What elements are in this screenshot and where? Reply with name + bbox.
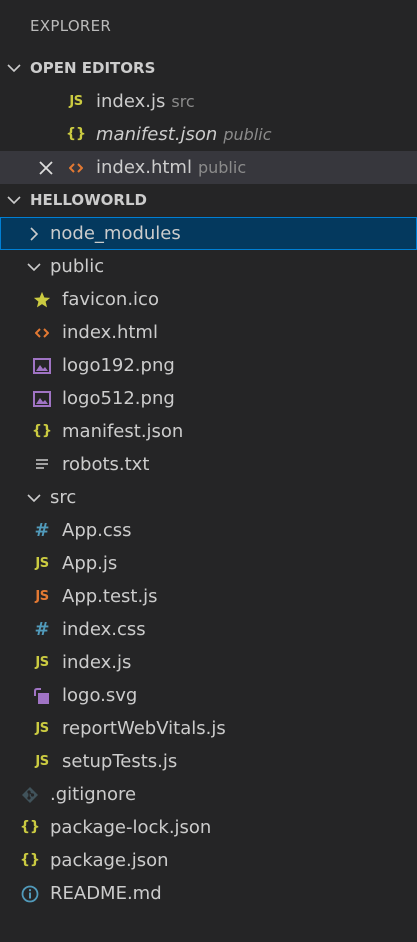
git-icon [20,778,40,811]
image-icon [32,349,52,382]
open-editor-desc: public [223,125,272,144]
file-gitignore[interactable]: .gitignore [0,778,417,811]
file-label: App.js [62,553,118,574]
file-app-css[interactable]: # App.css [0,514,417,547]
workspace-label: HELLOWORLD [30,191,147,209]
file-setup-tests-js[interactable]: JS setupTests.js [0,745,417,778]
html-icon [32,316,52,349]
svg-icon [32,679,52,712]
open-editor-manifest-json[interactable]: {} manifest.json public [0,118,417,151]
file-label: index.css [62,619,146,640]
text-file-icon [32,448,52,481]
javascript-icon: JS [69,94,83,109]
file-label: robots.txt [62,454,150,475]
open-editor-index-js[interactable]: JS index.js src [0,85,417,118]
file-readme-md[interactable]: README.md [0,877,417,910]
open-editor-desc: public [197,158,247,177]
file-label: package-lock.json [50,817,212,838]
folder-node-modules[interactable]: node_modules [0,217,417,250]
image-icon [32,382,52,415]
explorer-title: EXPLORER [30,17,112,35]
chevron-right-icon [24,217,44,250]
file-label: App.css [62,520,132,541]
css-icon: # [34,619,50,640]
folder-label: public [50,256,105,277]
close-icon[interactable] [36,151,56,184]
file-label: App.test.js [62,586,158,607]
javascript-icon: JS [35,655,49,670]
file-label: index.js [62,652,132,673]
file-label: favicon.ico [62,289,159,310]
open-editor-name: index.html [96,157,192,178]
file-logo512-png[interactable]: logo512.png [0,382,417,415]
json-icon: {} [66,126,86,142]
html-icon [66,151,86,184]
css-icon: # [34,520,50,541]
file-package-json[interactable]: {} package.json [0,844,417,877]
file-report-web-vitals-js[interactable]: JS reportWebVitals.js [0,712,417,745]
file-manifest-json[interactable]: {} manifest.json [0,415,417,448]
chevron-down-icon [6,52,22,85]
test-js-icon: JS [35,589,49,604]
open-editors-header[interactable]: OPEN EDITORS [0,52,417,85]
explorer-panel: EXPLORER OPEN EDITORS JS index.js src {} … [0,0,417,910]
file-label: reportWebVitals.js [62,718,226,739]
file-label: manifest.json [62,421,184,442]
file-index-js[interactable]: JS index.js [0,646,417,679]
file-label: logo192.png [62,355,175,376]
javascript-icon: JS [35,754,49,769]
file-label: logo.svg [62,685,138,706]
open-editors-label: OPEN EDITORS [30,59,156,77]
file-app-test-js[interactable]: JS App.test.js [0,580,417,613]
file-label: package.json [50,850,169,871]
file-label: logo512.png [62,388,175,409]
file-robots-txt[interactable]: robots.txt [0,448,417,481]
file-app-js[interactable]: JS App.js [0,547,417,580]
javascript-icon: JS [35,721,49,736]
folder-label: node_modules [50,223,181,244]
javascript-icon: JS [35,556,49,571]
open-editor-name: manifest.json [96,124,218,145]
file-favicon-ico[interactable]: favicon.ico [0,283,417,316]
chevron-down-icon [6,184,22,217]
chevron-down-icon [24,481,44,514]
json-icon: {} [32,423,52,439]
json-icon: {} [20,852,40,868]
file-logo192-png[interactable]: logo192.png [0,349,417,382]
favicon-star-icon [32,283,52,316]
file-tree: node_modules public favicon.ico index.ht… [0,217,417,910]
file-label: README.md [50,883,162,904]
chevron-down-icon [24,250,44,283]
open-editor-index-html[interactable]: index.html public [0,151,417,184]
file-label: .gitignore [50,784,137,805]
info-icon [20,877,40,910]
folder-public[interactable]: public [0,250,417,283]
file-label: index.html [62,322,158,343]
folder-src[interactable]: src [0,481,417,514]
file-label: setupTests.js [62,751,178,772]
folder-label: src [50,487,77,508]
file-package-lock-json[interactable]: {} package-lock.json [0,811,417,844]
file-index-css[interactable]: # index.css [0,613,417,646]
file-logo-svg[interactable]: logo.svg [0,679,417,712]
open-editor-name: index.js [96,91,166,112]
open-editor-desc: src [171,92,195,111]
json-icon: {} [20,819,40,835]
workspace-header[interactable]: HELLOWORLD [0,184,417,217]
file-index-html[interactable]: index.html [0,316,417,349]
